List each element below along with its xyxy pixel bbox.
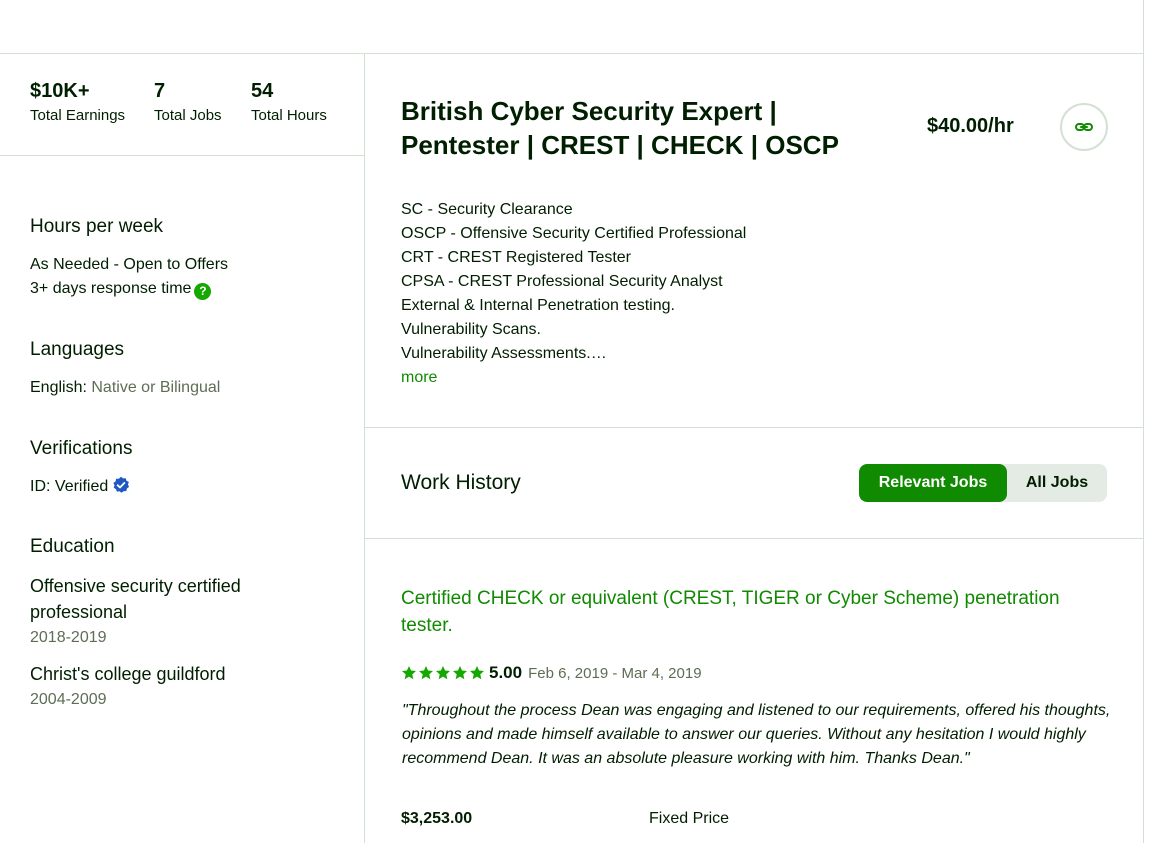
overview-line: CPSA - CREST Professional Security Analy… — [401, 273, 723, 290]
overview-line: External & Internal Penetration testing. — [401, 297, 675, 314]
education-years: 2004-2009 — [30, 691, 107, 708]
overview-line: Vulnerability Assessments.… — [401, 345, 607, 362]
id-status: Verified — [54, 478, 109, 495]
overview-line: CRT - CREST Registered Tester — [401, 249, 632, 266]
overview-line: Vulnerability Scans. — [401, 321, 541, 338]
stat-label: Total Earnings — [30, 107, 126, 124]
id-verification-row: ID: Verified — [30, 476, 130, 501]
id-label: ID: — [30, 478, 51, 495]
section-divider — [364, 538, 1144, 539]
education-years: 2018-2019 — [30, 629, 107, 646]
profile-overview: SC - Security Clearance OSCP - Offensive… — [401, 198, 746, 390]
star-icon — [436, 666, 450, 680]
overview-more-link[interactable]: more — [401, 366, 746, 390]
stat-total-hours: 54 Total Hours — [251, 78, 327, 126]
stat-label: Total Hours — [251, 107, 327, 124]
verified-badge-icon — [112, 476, 130, 501]
tab-relevant-jobs[interactable]: Relevant Jobs — [859, 464, 1007, 502]
overview-line: SC - Security Clearance — [401, 201, 573, 218]
language-name: English: — [30, 379, 87, 396]
education-title: Education — [30, 536, 115, 557]
language-level: Native or Bilingual — [91, 379, 221, 396]
rating-value: 5.00 — [489, 663, 523, 682]
star-icon — [402, 666, 416, 680]
copy-link-button[interactable] — [1060, 103, 1108, 151]
client-feedback: "Throughout the process Dean was engagin… — [402, 702, 1111, 767]
work-history-tabs: Relevant Jobs All Jobs — [859, 464, 1107, 502]
job-title-link[interactable]: Certified CHECK or equivalent (CREST, TI… — [401, 585, 1111, 639]
education-school: Christ's college guildford — [30, 664, 226, 684]
stat-total-earnings: $10K+ Total Earnings — [30, 78, 125, 126]
help-icon[interactable]: ? — [194, 283, 212, 300]
frame-border-right — [1143, 0, 1144, 843]
work-history-title: Work History — [401, 471, 521, 494]
stat-label: Total Jobs — [154, 107, 222, 124]
response-time-row: 3+ days response time? — [30, 278, 212, 300]
job-dates: Feb 6, 2019 - Mar 4, 2019 — [528, 664, 702, 682]
profile-title: British Cyber Security Expert | Penteste… — [401, 96, 839, 160]
stat-value: 7 — [154, 80, 166, 102]
header-divider — [0, 53, 1144, 54]
availability-text: As Needed - Open to Offers — [30, 256, 229, 273]
verifications-title: Verifications — [30, 438, 133, 459]
job-price: $3,253.00 — [401, 810, 473, 827]
education-school: Offensive security certified professiona… — [30, 576, 241, 622]
tab-all-jobs[interactable]: All Jobs — [1007, 464, 1107, 502]
star-icon — [453, 666, 467, 680]
language-item: English: Native or Bilingual — [30, 377, 220, 399]
languages-title: Languages — [30, 339, 125, 360]
hours-per-week-title: Hours per week — [30, 216, 164, 237]
hourly-rate: $40.00/hr — [927, 115, 1014, 137]
job-rating-row: 5.00 Feb 6, 2019 - Mar 4, 2019 — [401, 663, 702, 683]
response-time-text: 3+ days response time — [30, 280, 192, 297]
star-icon — [470, 666, 484, 680]
stats-divider — [0, 155, 364, 156]
stat-value: 54 — [251, 80, 274, 102]
stat-total-jobs: 7 Total Jobs — [154, 78, 222, 126]
link-icon — [1074, 117, 1094, 137]
stat-value: $10K+ — [30, 80, 90, 102]
star-icon — [419, 666, 433, 680]
overview-line: OSCP - Offensive Security Certified Prof… — [401, 225, 747, 242]
column-divider — [364, 54, 365, 843]
job-price-type: Fixed Price — [649, 810, 730, 827]
section-divider — [364, 427, 1144, 428]
star-rating — [401, 665, 485, 681]
